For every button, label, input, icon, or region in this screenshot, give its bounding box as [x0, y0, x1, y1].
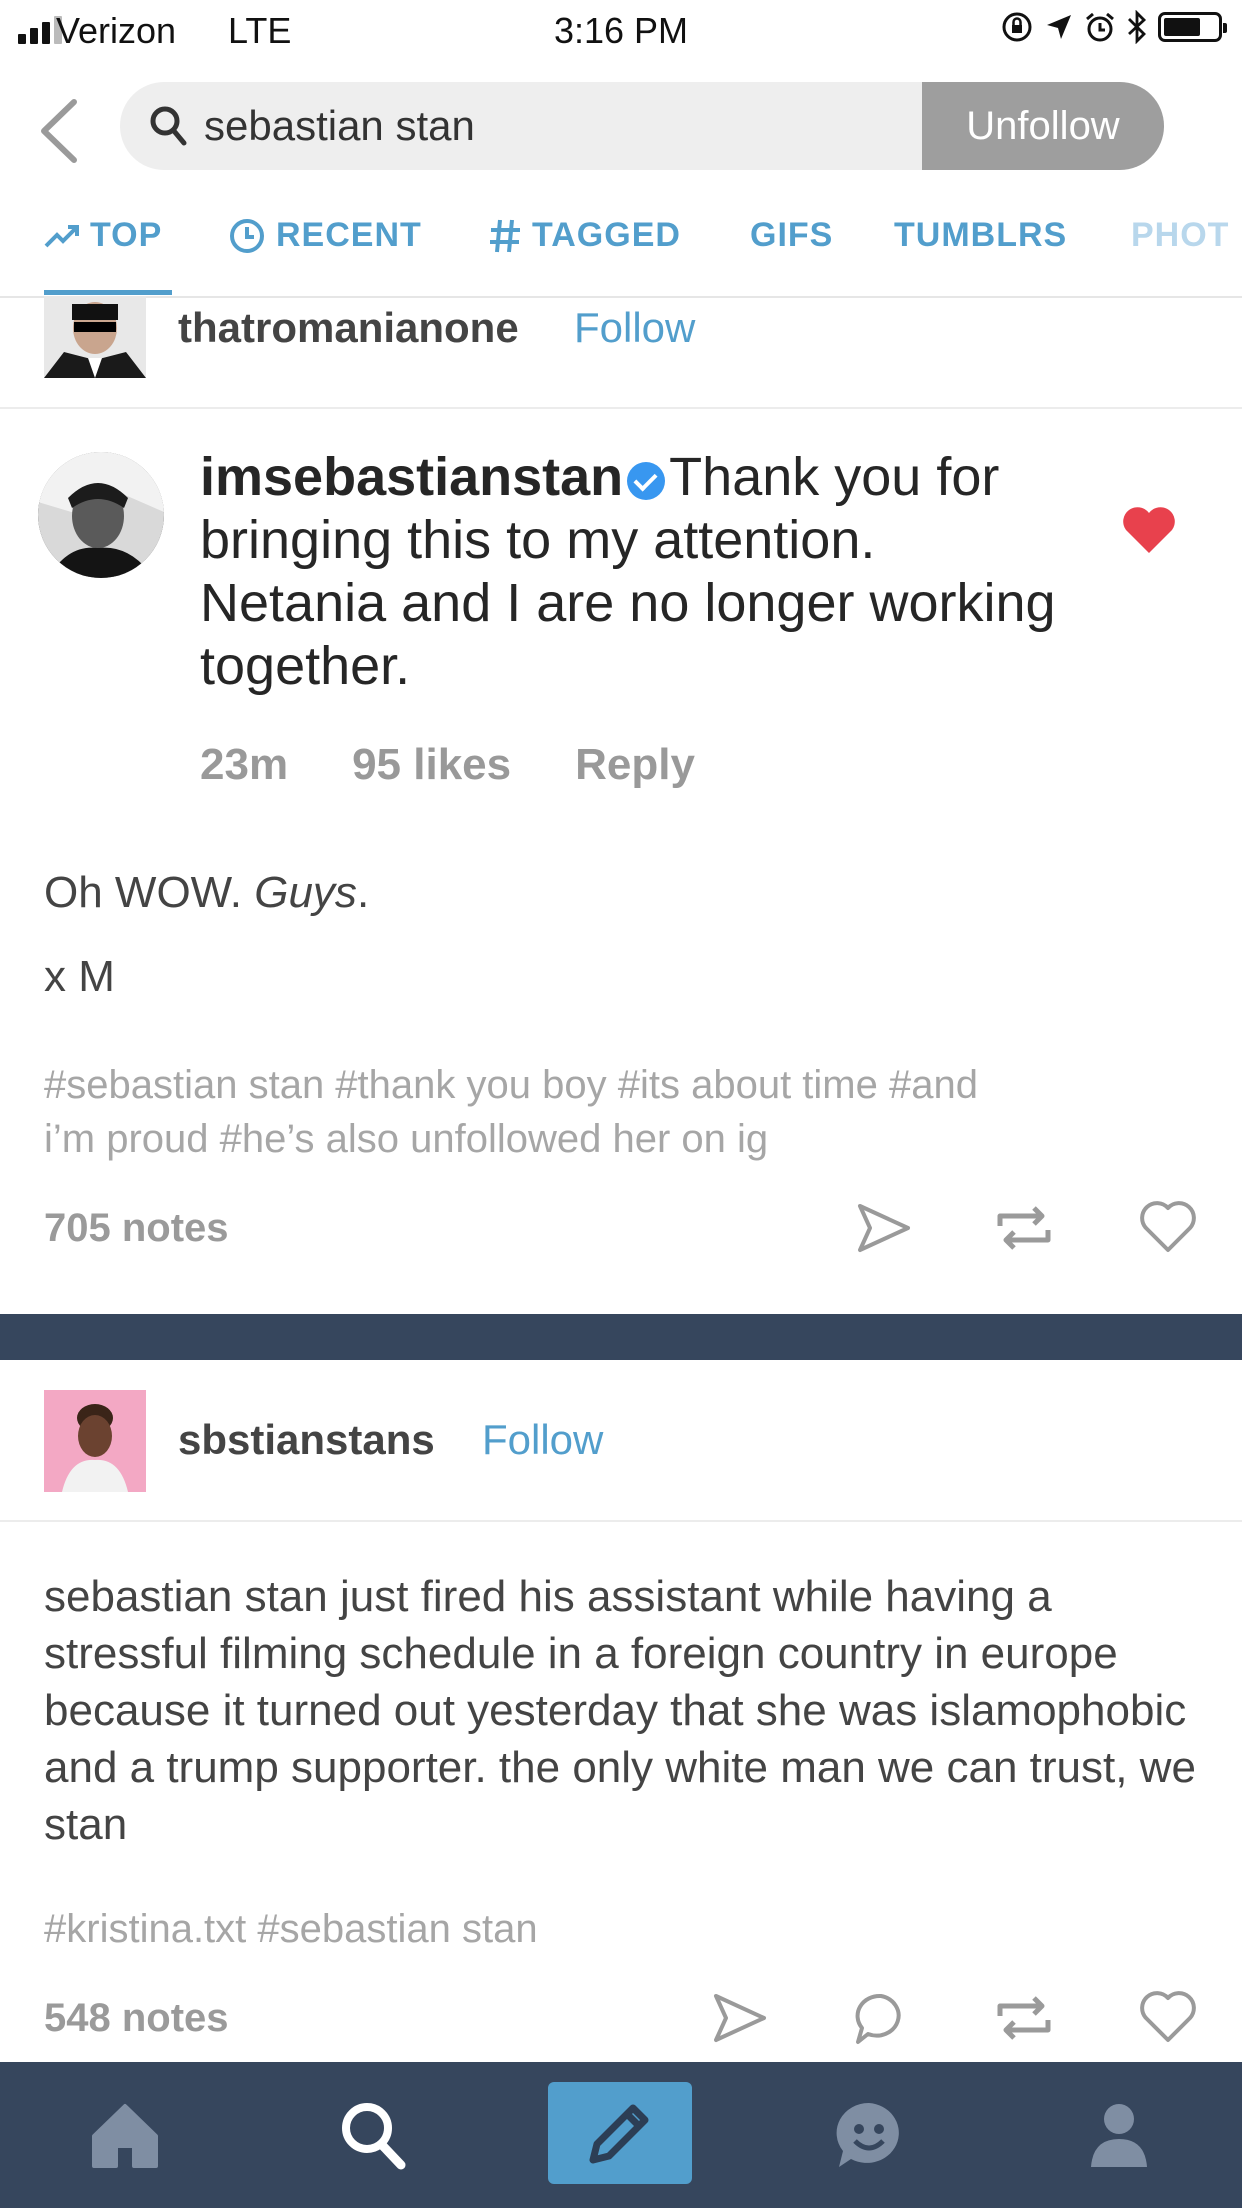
avatar[interactable]	[44, 296, 146, 378]
battery-icon	[1158, 12, 1227, 42]
quoted-time: 23m	[200, 740, 289, 789]
search-bar[interactable]: sebastian stan Unfollow	[120, 82, 1164, 170]
post-header: sbstianstans Follow	[44, 1390, 1194, 1492]
follow-button[interactable]: Follow	[482, 1416, 603, 1464]
nav-compose[interactable]	[548, 2082, 692, 2184]
trending-icon	[44, 224, 79, 247]
quoted-reply: Reply	[575, 740, 695, 789]
nav-account[interactable]	[1068, 2062, 1170, 2208]
status-bar: Verizon LTE 3:16 PM	[0, 0, 1242, 62]
search-icon	[342, 2103, 406, 2170]
avatar-image	[44, 296, 146, 378]
tab-recent[interactable]: RECENT	[228, 216, 422, 255]
location-icon	[1047, 15, 1071, 39]
tab-label: RECENT	[276, 216, 422, 254]
post-text-end: .	[356, 868, 370, 917]
account-icon	[1091, 2104, 1147, 2167]
avatar[interactable]	[44, 1390, 146, 1492]
tab-label: PHOT	[1131, 216, 1230, 254]
post-signature: x M	[44, 952, 115, 1001]
nav-home[interactable]	[74, 2062, 176, 2208]
heart-filled-icon	[1123, 507, 1175, 553]
clock-icon	[230, 218, 264, 253]
like-icon[interactable]	[1138, 1198, 1198, 1256]
post-tags[interactable]: #kristina.txt #sebastian stan	[44, 1902, 538, 1956]
reblog-icon[interactable]	[994, 1200, 1054, 1256]
verified-icon	[627, 461, 666, 500]
quoted-comment: imsebastianstan Thank you for bringing th…	[200, 446, 1060, 698]
share-icon[interactable]	[856, 1200, 912, 1256]
tab-tagged[interactable]: TAGGED	[488, 216, 681, 255]
post-body-line: Oh WOW. Guys.	[44, 868, 369, 918]
post-text-italic: Guys	[254, 868, 357, 917]
tab-photos[interactable]: PHOT	[1131, 216, 1229, 255]
reblog-icon[interactable]	[994, 1990, 1054, 2046]
post-body: sebastian stan just fired his assistant …	[44, 1572, 1196, 1849]
bottom-nav	[0, 2062, 1242, 2208]
status-icons	[1000, 10, 1227, 44]
quoted-avatar	[38, 452, 164, 578]
tab-label: TUMBLRS	[894, 216, 1068, 254]
tab-gifs[interactable]: GIFS	[750, 216, 833, 255]
tags-line[interactable]: i’m proud #he’s also unfollowed her on i…	[44, 1112, 1204, 1166]
reply-icon[interactable]	[852, 1990, 910, 2048]
post-separator	[0, 1314, 1242, 1360]
tab-label: GIFS	[750, 216, 834, 254]
tab-top[interactable]: TOP	[44, 216, 162, 255]
post-text: Oh WOW.	[44, 868, 255, 917]
unfollow-button[interactable]: Unfollow	[922, 82, 1164, 170]
nav-messaging[interactable]	[818, 2062, 920, 2208]
back-chevron-icon[interactable]	[36, 96, 80, 166]
post-header: thatromanianone Follow	[44, 296, 1194, 378]
alarm-icon	[1086, 12, 1114, 42]
search-tabs: TOP RECENT TAGGED GIFS TUMBLRS PHOT	[0, 200, 1242, 298]
compose-icon	[589, 2104, 649, 2164]
notes-count[interactable]: 548 notes	[44, 1996, 229, 2041]
post-username[interactable]: sbstianstans	[178, 1416, 435, 1464]
home-icon	[92, 2104, 158, 2168]
search-input[interactable]: sebastian stan	[204, 102, 475, 150]
tab-label: TOP	[90, 216, 163, 254]
follow-button[interactable]: Follow	[574, 304, 695, 352]
post-tags[interactable]: #sebastian stan #thank you boy #its abou…	[44, 1058, 1204, 1166]
divider	[0, 1520, 1242, 1522]
tags-line[interactable]: #sebastian stan #thank you boy #its abou…	[44, 1058, 1204, 1112]
avatar-image	[44, 1390, 146, 1492]
notes-count[interactable]: 705 notes	[44, 1206, 229, 1251]
orientation-lock-icon	[1002, 12, 1032, 42]
quoted-username: imsebastianstan	[200, 447, 624, 507]
tab-tumblrs[interactable]: TUMBLRS	[894, 216, 1067, 255]
share-icon[interactable]	[712, 1990, 768, 2046]
messaging-icon	[836, 2102, 899, 2167]
quoted-likes: 95 likes	[352, 740, 512, 789]
post-username[interactable]: thatromanianone	[178, 304, 519, 352]
hashtag-icon	[490, 219, 520, 252]
tab-label: TAGGED	[532, 216, 681, 254]
active-tab-indicator	[44, 290, 172, 295]
divider	[0, 407, 1242, 409]
quoted-meta: 23m 95 likes Reply	[200, 740, 759, 790]
bluetooth-icon	[1128, 10, 1147, 44]
like-icon[interactable]	[1138, 1988, 1198, 2046]
search-icon	[150, 106, 187, 146]
nav-search[interactable]	[322, 2062, 424, 2208]
